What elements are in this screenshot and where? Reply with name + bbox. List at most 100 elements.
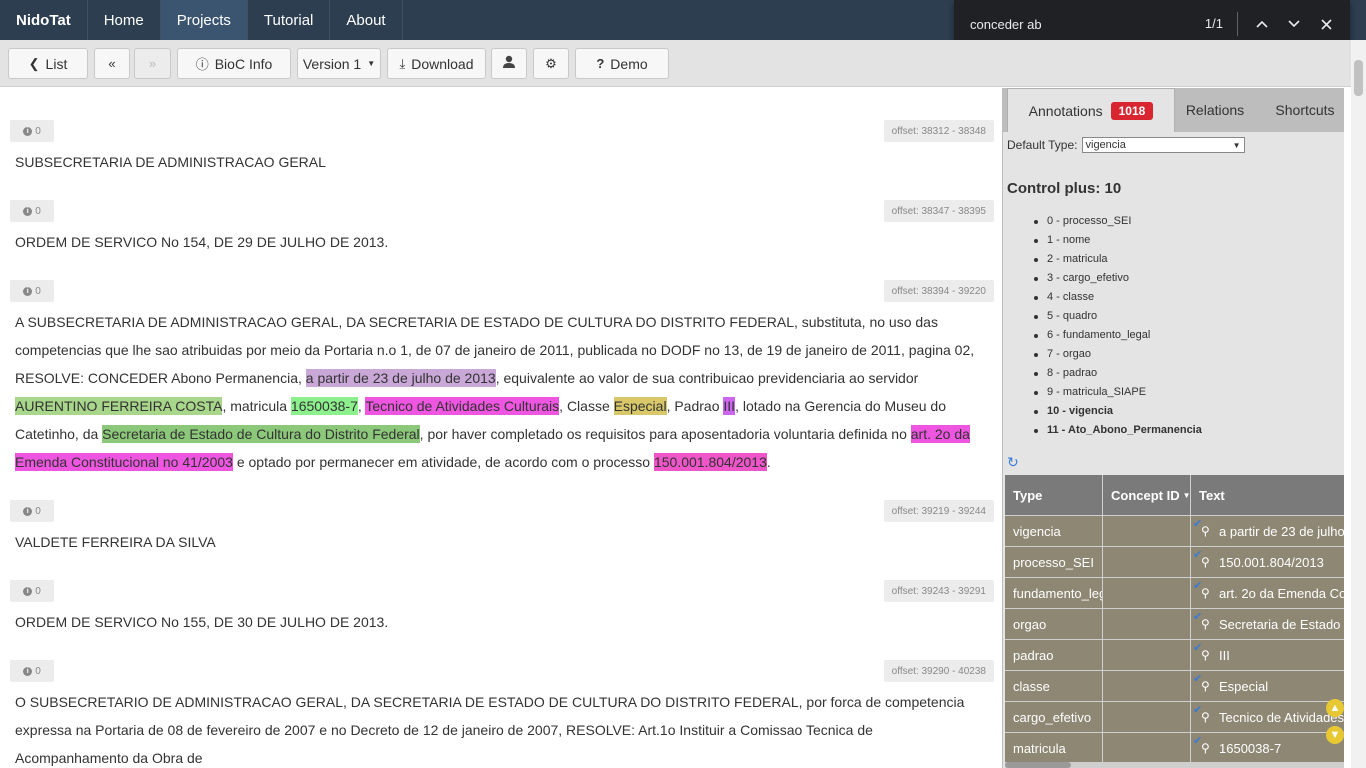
nav-tutorial[interactable]: Tutorial [248,0,331,40]
passage-info-button[interactable]: i0 [10,280,54,302]
table-row[interactable]: classe ✔ ⚲ Especial [1005,670,1344,701]
cell-text-value: 1650038-7 [1219,740,1282,756]
nav-home[interactable]: Home [88,0,161,40]
cell-text-value: Secretaria de Estado de Cultura do Distr… [1219,616,1344,632]
passage-info-button[interactable]: i0 [10,580,54,602]
download-button[interactable]: ⤓ Download [387,48,486,79]
scrollbar-thumb[interactable] [1005,762,1071,768]
grid-header: Type Concept ID ▼ Text [1005,475,1344,515]
cell-text: ✔ ⚲ 150.001.804/2013 [1191,547,1344,577]
find-previous-icon[interactable] [1246,8,1278,40]
passage-info-button[interactable]: i0 [10,500,54,522]
annotation-orgao[interactable]: Secretaria de Estado de Cultura do Distr… [102,425,420,443]
table-row[interactable]: fundamento_legal ✔⚲art. 2o da Emenda Con… [1005,577,1344,608]
annotation-cargo-efetivo[interactable]: Tecnico de Atividades Culturais [365,397,560,415]
table-row[interactable]: orgao ✔⚲Secretaria de Estado de Cultura … [1005,608,1344,639]
cell-concept-id [1103,516,1191,546]
annotation-matricula[interactable]: 1650038-7 [290,397,358,415]
passage-info-count: 0 [35,665,41,677]
cell-text: ✔⚲Tecnico de Atividades Culturais [1191,702,1344,732]
info-circle-icon: ⓘ [195,57,209,72]
panel-tabs: Annotations 1018 Relations Shortcuts [1003,88,1344,132]
column-header-type[interactable]: Type [1005,475,1103,515]
search-icon[interactable]: ⚲ [1201,524,1210,538]
scroll-down-icon[interactable]: ▼ [1326,726,1344,744]
passage-info-button[interactable]: i0 [10,660,54,682]
annotation-grid: Type Concept ID ▼ Text vigencia ✔ ⚲ a part… [1005,475,1344,763]
default-type-select[interactable]: vigencia ▼ [1081,137,1245,153]
table-row[interactable]: vigencia ✔⚲a partir de 23 de julho de 20… [1005,515,1344,546]
search-icon[interactable]: ⚲ [1201,555,1210,569]
passage-info-count: 0 [35,125,41,137]
list-button[interactable]: ❮ List [8,48,88,79]
caret-down-icon: ▼ [367,59,376,68]
sort-caret-icon: ▼ [1182,490,1191,500]
annotation-classe[interactable]: Especial [613,397,667,415]
text-segment: , por haver completado os requisitos par… [419,426,911,442]
annotation-vigencia[interactable]: a partir de 23 de julho de 2013 [305,369,496,387]
passage-info-button[interactable]: i0 [10,200,54,222]
cell-type: cargo_efetivo [1005,702,1103,732]
passage: i0 offset: 39243 - 39291 ORDEM DE SERVIC… [0,580,1002,636]
cell-text: ✔ ⚲ Especial [1191,671,1344,701]
passage-offset: offset: 38312 - 38348 [883,120,994,142]
tab-annotations[interactable]: Annotations 1018 [1007,88,1175,132]
passage: i0 offset: 38347 - 38395 ORDEM DE SERVIC… [0,200,1002,256]
refresh-icon[interactable]: ↻ [1007,454,1019,471]
search-icon[interactable]: ⚲ [1201,648,1210,662]
demo-button[interactable]: ? Demo [575,48,669,79]
tab-relations[interactable]: Relations [1175,88,1255,132]
find-close-icon[interactable] [1310,8,1342,40]
search-icon[interactable]: ⚲ [1201,617,1210,631]
text-segment: , Classe [559,398,614,414]
annotation-padrao[interactable]: III [723,397,736,415]
passage: i0 offset: 38312 - 38348 SUBSECRETARIA D… [0,120,1002,176]
passage: i0 offset: 39290 - 40238 O SUBSECRETARIO… [0,660,1002,768]
cell-type: matricula [1005,733,1103,763]
search-icon[interactable]: ⚲ [1201,586,1210,600]
version-dropdown[interactable]: Version 1 ▼ [297,48,381,79]
cell-text: ✔⚲Secretaria de Estado de Cultura do Dis… [1191,609,1344,639]
previous-document-button[interactable]: « [94,48,130,79]
page-scrollbar[interactable] [1351,40,1366,768]
cell-type: classe [1005,671,1103,701]
page-scrollbar-thumb[interactable] [1354,60,1363,96]
annotation-nome[interactable]: AURENTINO FERREIRA COSTA [15,397,223,415]
next-document-button[interactable]: » [134,48,171,79]
grid-horizontal-scrollbar[interactable] [1005,762,1344,768]
search-icon[interactable]: ⚲ [1201,679,1210,693]
list-item: 4 - classe [1031,288,1202,307]
find-next-icon[interactable] [1278,8,1310,40]
column-header-text[interactable]: Text [1191,475,1344,515]
cell-concept-id [1103,733,1191,763]
cell-type: vigencia [1005,516,1103,546]
cell-concept-id [1103,640,1191,670]
table-row[interactable]: processo_SEI ✔ ⚲ 150.001.804/2013 [1005,546,1344,577]
list-item: 11 - Ato_Abono_Permanencia [1031,421,1202,440]
passage-text: SUBSECRETARIA DE ADMINISTRACAO GERAL [15,154,326,170]
table-row[interactable]: matricula ✔ ⚲ 1650038-7 [1005,732,1344,763]
passage-info-count: 0 [35,285,41,297]
tab-shortcuts[interactable]: Shortcuts [1265,88,1344,132]
passage-info-count: 0 [35,585,41,597]
brand-logo[interactable]: NidoTat [0,0,88,40]
cell-text-value: art. 2o da Emenda Constitucional no 41/2… [1219,585,1344,601]
list-item: 7 - orgao [1031,345,1202,364]
find-match-count: 1/1 [1205,12,1238,36]
nav-projects[interactable]: Projects [160,0,248,40]
passage-info-button[interactable]: i0 [10,120,54,142]
annotation-processo-sei[interactable]: 150.001.804/2013 [653,453,767,471]
table-row[interactable]: padrao ✔ ⚲ III [1005,639,1344,670]
settings-button[interactable]: ⚙ [533,48,569,79]
search-icon[interactable]: ⚲ [1201,710,1210,724]
bioc-info-button[interactable]: ⓘ BioC Info [177,48,291,79]
find-input[interactable]: conceder ab [954,17,1205,32]
scroll-up-icon[interactable]: ▲ [1326,699,1344,717]
list-item: 2 - matricula [1031,250,1202,269]
nav-about[interactable]: About [330,0,403,40]
cell-type: fundamento_legal [1005,578,1103,608]
table-row[interactable]: cargo_efetivo ✔⚲Tecnico de Atividades Cu… [1005,701,1344,732]
search-icon[interactable]: ⚲ [1201,741,1210,755]
column-header-concept-id[interactable]: Concept ID ▼ [1103,475,1191,515]
user-button[interactable] [491,48,527,79]
